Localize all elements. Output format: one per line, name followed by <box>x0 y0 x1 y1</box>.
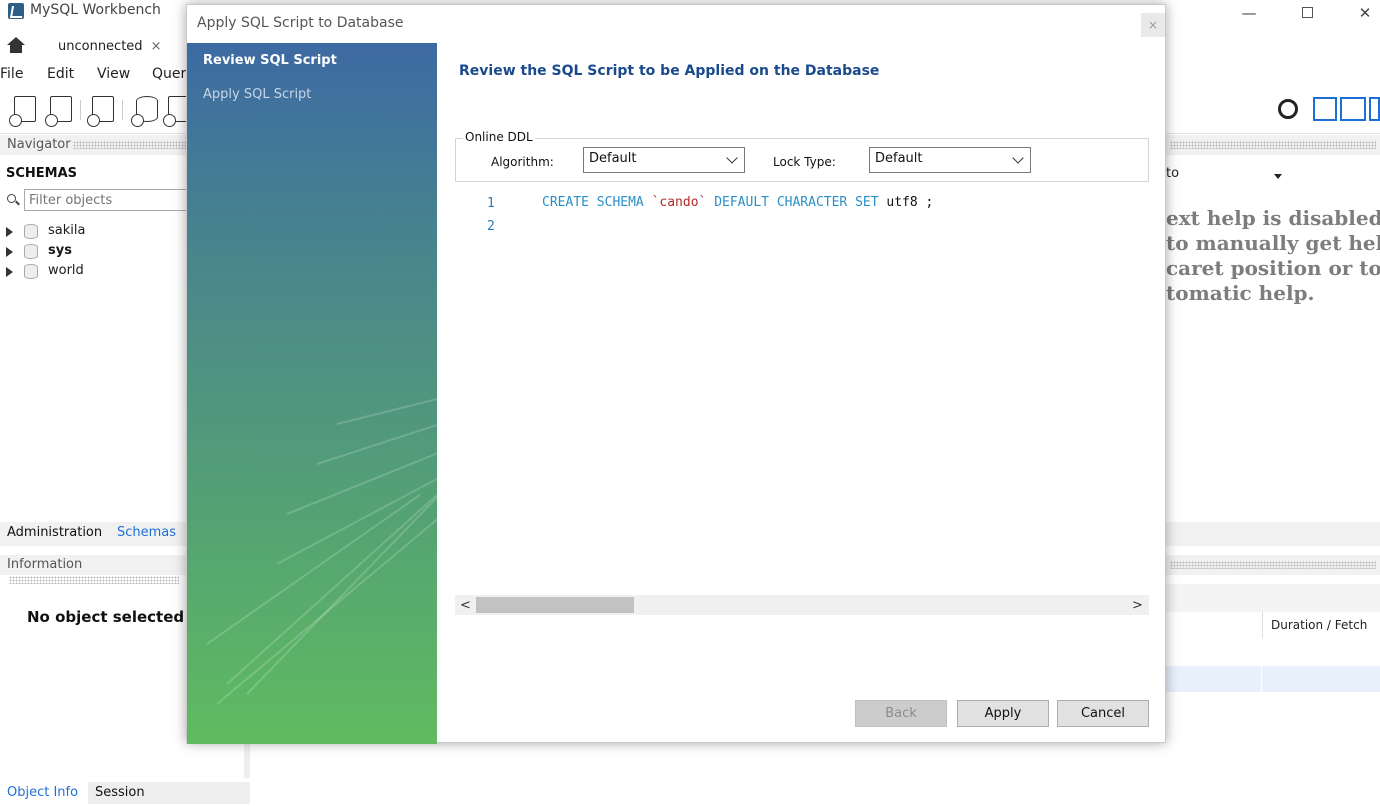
tab-administration[interactable]: Administration <box>7 525 102 540</box>
jump-to-label: to <box>1166 166 1180 181</box>
decorative-streak <box>246 491 437 695</box>
expand-arrow-icon[interactable] <box>6 227 13 237</box>
step-review-sql-script: Review SQL Script <box>203 53 337 68</box>
mysql-workbench-logo-icon <box>8 3 24 19</box>
algorithm-label: Algorithm: <box>491 155 554 169</box>
sql-value: utf8 ; <box>886 195 934 210</box>
new-sql-tab-icon[interactable] <box>9 96 36 127</box>
schema-name: sakila <box>48 223 86 238</box>
no-object-selected-label: No object selected <box>27 608 185 626</box>
connection-tab[interactable]: unconnected × <box>48 36 171 60</box>
home-icon[interactable] <box>6 37 26 55</box>
expand-arrow-icon[interactable] <box>6 247 13 257</box>
sql-keyword: DEFAULT CHARACTER SET <box>714 195 879 210</box>
close-tab-icon[interactable]: × <box>151 39 162 54</box>
database-icon <box>24 224 38 239</box>
step-apply-sql-script: Apply SQL Script <box>203 87 312 102</box>
horizontal-scrollbar[interactable]: < > <box>455 595 1149 615</box>
help-line: to manually get help <box>1166 231 1380 255</box>
scroll-right-icon[interactable]: > <box>1132 598 1143 613</box>
inspector-icon[interactable] <box>87 96 114 127</box>
toggle-output-icon[interactable] <box>1340 97 1366 121</box>
right-panel-tabs <box>1166 522 1380 546</box>
back-button[interactable]: Back <box>855 700 947 727</box>
wizard-steps-panel: Review SQL Script Apply SQL Script <box>187 43 437 744</box>
connection-tab-label: unconnected <box>58 39 143 54</box>
line-number: 2 <box>487 219 495 234</box>
dialog-close-button[interactable]: × <box>1141 13 1165 37</box>
navigator-header-label: Navigator <box>7 137 71 152</box>
scrollbar-thumb[interactable] <box>476 597 634 613</box>
context-help-message: ext help is disabled. to manually get he… <box>1166 206 1380 306</box>
expand-arrow-icon[interactable] <box>6 267 13 277</box>
schema-name: world <box>48 263 84 278</box>
tab-session[interactable]: Session <box>88 782 250 804</box>
column-duration-fetch[interactable]: Duration / Fetch <box>1262 612 1380 638</box>
sql-identifier: `cando` <box>651 195 707 210</box>
search-icon <box>7 194 16 203</box>
open-sql-script-icon[interactable] <box>45 96 72 127</box>
sql-script-editor[interactable]: 1 2 CREATE SCHEMA `cando` DEFAULT CHARAC… <box>455 187 1149 595</box>
help-line: tomatic help. <box>1166 281 1315 305</box>
window-title: MySQL Workbench <box>30 2 161 18</box>
algorithm-select[interactable]: Default <box>583 147 745 173</box>
schemas-title: SCHEMAS <box>6 166 78 181</box>
maximize-icon <box>1301 7 1313 18</box>
information-header-label: Information <box>7 557 83 572</box>
tab-object-info[interactable]: Object Info <box>0 782 86 804</box>
settings-gear-icon[interactable] <box>1278 99 1298 119</box>
menu-view[interactable]: View <box>97 66 130 82</box>
sql-code-line: CREATE SCHEMA `cando` DEFAULT CHARACTER … <box>542 195 933 210</box>
toggle-sidebar-icon[interactable] <box>1313 97 1337 121</box>
menu-edit[interactable]: Edit <box>47 66 74 82</box>
close-window-button[interactable]: ✕ <box>1342 2 1380 26</box>
output-grid: Duration / Fetch <box>1166 584 1380 694</box>
chevron-down-icon <box>726 152 738 164</box>
lock-type-value: Default <box>875 151 923 166</box>
apply-sql-script-dialog: Apply SQL Script to Database × Review SQ… <box>186 4 1166 744</box>
output-row[interactable] <box>1166 666 1380 692</box>
help-line: caret position or to <box>1166 256 1380 280</box>
help-line: ext help is disabled. <box>1166 206 1380 230</box>
output-header <box>1166 555 1380 575</box>
minimize-button[interactable]: — <box>1226 2 1272 26</box>
lock-type-select[interactable]: Default <box>869 147 1031 173</box>
schema-name: sys <box>48 243 72 258</box>
scroll-left-icon[interactable]: < <box>460 598 471 613</box>
lock-type-label: Lock Type: <box>773 155 836 169</box>
chevron-down-icon <box>1012 152 1024 164</box>
output-toolbar <box>1166 584 1380 612</box>
decorative-streak <box>286 445 437 515</box>
sql-keyword: CREATE SCHEMA <box>542 195 644 210</box>
toolbar-separator <box>122 100 123 120</box>
dialog-heading: Review the SQL Script to be Applied on t… <box>459 63 880 79</box>
menu-query[interactable]: Quer <box>152 66 186 82</box>
cancel-button[interactable]: Cancel <box>1057 700 1149 727</box>
maximize-button[interactable] <box>1284 2 1330 26</box>
algorithm-value: Default <box>589 151 637 166</box>
decorative-streak <box>226 482 437 685</box>
create-schema-icon[interactable] <box>131 96 158 127</box>
database-icon <box>24 244 38 259</box>
jump-to-select[interactable]: to <box>1166 166 1284 188</box>
dialog-title: Apply SQL Script to Database <box>197 15 404 31</box>
decorative-streak <box>336 393 437 425</box>
header-grip <box>1170 561 1376 569</box>
menu-file[interactable]: File <box>0 66 23 82</box>
info-tabs: Object Info Session <box>0 778 250 806</box>
decorative-streak <box>316 416 437 465</box>
toggle-secondary-sidebar-icon[interactable] <box>1369 97 1380 121</box>
line-number: 1 <box>487 196 495 211</box>
database-icon <box>24 264 38 279</box>
tab-schemas[interactable]: Schemas <box>117 525 176 540</box>
online-ddl-legend: Online DDL <box>463 130 535 144</box>
dropdown-caret-icon <box>1274 174 1282 179</box>
header-grip <box>1170 141 1376 149</box>
sql-additions-header <box>1166 135 1380 155</box>
apply-button[interactable]: Apply <box>957 700 1049 727</box>
header-grip <box>9 575 179 584</box>
toolbar-separator <box>80 100 81 120</box>
